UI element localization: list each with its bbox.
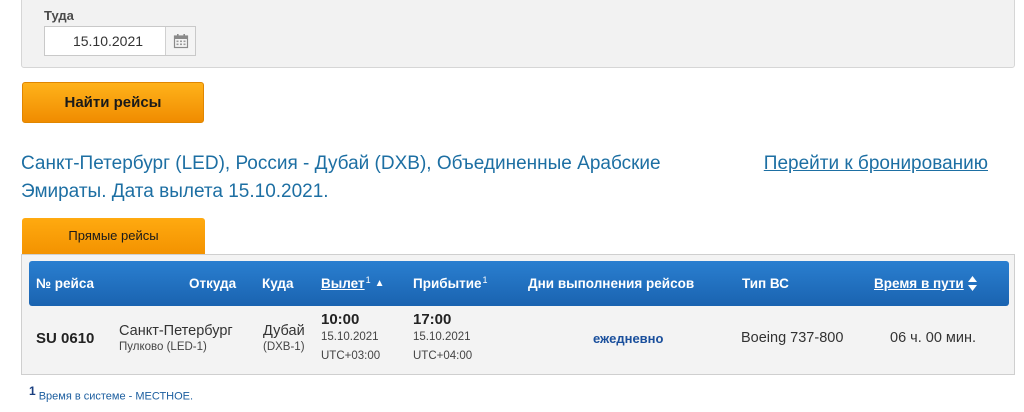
header-days: Дни выполнения рейсов	[528, 276, 695, 291]
cell-to: Дубай (DXB-1)	[263, 306, 305, 370]
cell-departure: 10:00 15.10.2021 UTC+03:00	[321, 306, 380, 370]
cell-duration: 06 ч. 00 мин.	[890, 306, 976, 370]
header-arrival: Прибытие 1	[413, 261, 488, 306]
aircraft-type: Boeing 737-800	[741, 330, 844, 346]
departure-date-field[interactable]: 15.10.2021	[44, 26, 196, 56]
header-duration[interactable]: Время в пути	[874, 261, 977, 306]
departure-time: 10:00	[321, 310, 360, 328]
arrival-tz: UTC+04:00	[413, 349, 473, 362]
cell-flight-no: SU 0610	[36, 306, 94, 370]
header-to: Куда	[262, 276, 294, 291]
tab-direct-flights[interactable]: Прямые рейсы	[22, 218, 205, 255]
footnote-text: Время в системе - МЕСТНОЕ.	[38, 390, 194, 403]
header-duration-label[interactable]: Время в пути	[874, 276, 964, 291]
operating-days: ежедневно	[593, 330, 664, 346]
header-departure[interactable]: Вылет 1 ▲	[321, 261, 385, 306]
search-panel: Туда 15.10.2021	[21, 0, 1015, 68]
departure-date: 15.10.2021	[321, 330, 379, 343]
header-from: Откуда	[189, 276, 237, 291]
sort-both-icon[interactable]	[967, 276, 977, 291]
header-arrival-label: Прибытие	[413, 276, 482, 291]
from-city: Санкт-Петербург	[119, 323, 233, 339]
header-aircraft: Тип ВС	[742, 276, 789, 291]
calendar-icon	[173, 34, 188, 49]
arrival-footnote-mark: 1	[482, 274, 488, 285]
to-airport: (DXB-1)	[263, 341, 305, 353]
departure-footnote-mark: 1	[365, 274, 371, 285]
header-flight-no: № рейса	[36, 276, 95, 291]
table-header: № рейса Откуда Куда Вылет 1 ▲ Прибытие 1 Д…	[29, 261, 1009, 306]
booking-link[interactable]: Перейти к бронированию	[764, 150, 988, 178]
search-flights-button[interactable]: Найти рейсы	[22, 82, 204, 123]
arrival-date: 15.10.2021	[413, 330, 471, 343]
footnote: 1 Время в системе - МЕСТНОЕ.	[29, 384, 193, 403]
departure-tz: UTC+03:00	[321, 349, 381, 362]
arrival-time: 17:00	[413, 310, 452, 328]
flight-duration: 06 ч. 00 мин.	[890, 330, 977, 346]
date-label: Туда	[44, 8, 74, 23]
flights-table: № рейса Откуда Куда Вылет 1 ▲ Прибытие 1 Д…	[21, 254, 1015, 375]
route-title: Санкт-Петербург (LED), Россия - Дубай (D…	[21, 153, 661, 202]
flight-number: SU 0610	[36, 329, 95, 347]
table-row[interactable]: SU 0610 Санкт-Петербург Пулково (LED-1) …	[29, 306, 1009, 370]
sort-up-icon[interactable]: ▲	[375, 278, 385, 289]
to-city: Дубай	[263, 323, 305, 339]
cell-from: Санкт-Петербург Пулково (LED-1)	[119, 306, 233, 370]
header-departure-label[interactable]: Вылет	[321, 276, 365, 291]
date-value[interactable]: 15.10.2021	[45, 33, 165, 49]
cell-arrival: 17:00 15.10.2021 UTC+04:00	[413, 306, 472, 370]
cell-days: ежедневно	[593, 306, 663, 370]
from-airport: Пулково (LED-1)	[119, 341, 207, 353]
footnote-mark: 1	[29, 384, 36, 398]
calendar-button[interactable]	[165, 27, 195, 55]
cell-aircraft: Boeing 737-800	[741, 306, 843, 370]
